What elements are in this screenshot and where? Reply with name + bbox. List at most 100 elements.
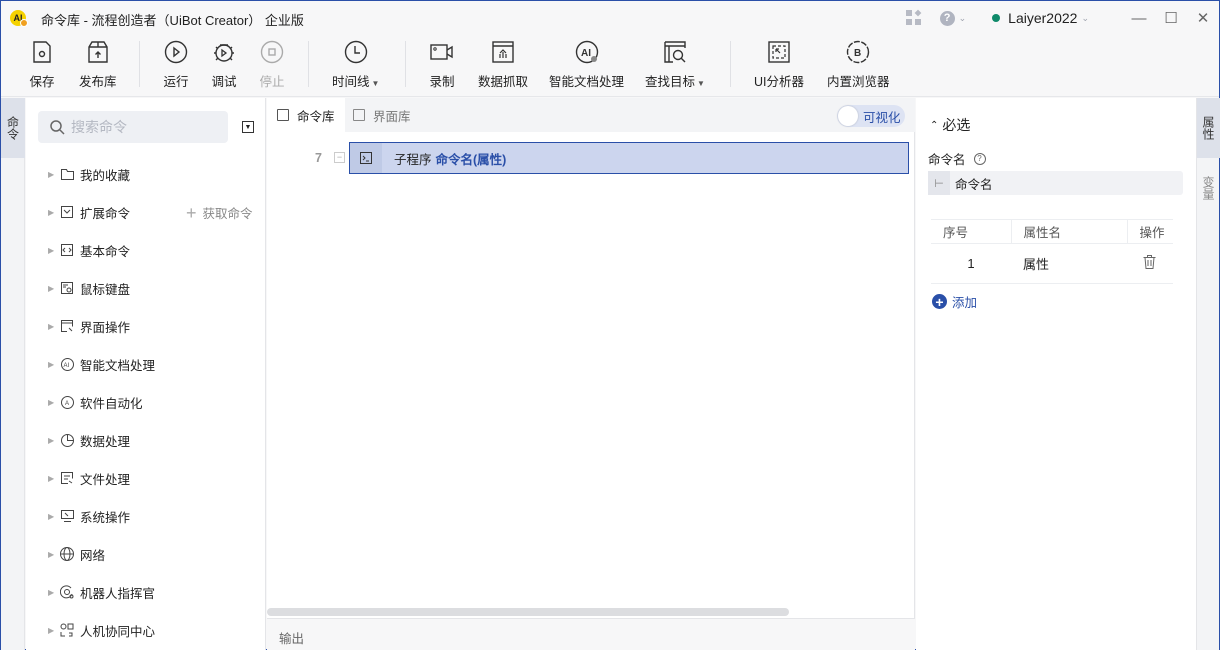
category-network[interactable]: ▶ 网络 <box>48 543 258 565</box>
help-icon[interactable]: ? <box>973 152 986 165</box>
expand-arrow-icon: ▶ <box>48 511 55 521</box>
subroutine-keyword: 子程序 <box>394 152 432 167</box>
expand-arrow-icon: ▶ <box>48 549 55 559</box>
terminal-icon <box>350 143 382 173</box>
ai-doc-icon: AI <box>60 357 74 371</box>
bug-icon <box>211 39 237 65</box>
svg-text:A: A <box>65 401 69 407</box>
browser-button[interactable]: B 内置浏览器 <box>827 39 890 93</box>
user-menu[interactable]: Laiyer2022 ⌄ <box>992 10 1089 26</box>
commander-icon <box>60 585 74 599</box>
expand-arrow-icon: ▶ <box>48 359 55 369</box>
category-human-robot-collab[interactable]: ▶ 人机协同中心 <box>48 619 258 641</box>
chevron-up-icon: ⌃ <box>930 119 939 131</box>
category-system-operations[interactable]: ▶ 系统操作 <box>48 505 258 527</box>
required-section-header[interactable]: ⌃ 必选 <box>930 115 970 135</box>
maximize-button[interactable]: ☐ <box>1155 1 1187 35</box>
right-side-tabs: 属性 变量 <box>1196 98 1220 650</box>
category-data-processing[interactable]: ▶ 数据处理 <box>48 429 258 451</box>
visualize-toggle[interactable]: 可视化 <box>837 105 905 127</box>
attributes-table: 序号 属性名 操作 1 属性 <box>931 219 1173 284</box>
pie-chart-icon <box>60 433 74 447</box>
minimize-button[interactable]: — <box>1123 1 1155 35</box>
attribute-name[interactable]: 属性 <box>1011 243 1127 284</box>
toggle-knob <box>838 106 858 126</box>
record-button[interactable]: 录制 <box>429 39 455 93</box>
automation-icon: A <box>60 395 74 409</box>
idp-button[interactable]: AI 智能文档处理 <box>549 39 624 93</box>
chevron-down-icon: ⌄ <box>1081 12 1089 23</box>
monitor-icon <box>60 509 74 523</box>
publish-box-icon <box>85 39 111 65</box>
tab-command-library[interactable]: 命令库 <box>267 98 345 132</box>
category-favorites[interactable]: ▶ 我的收藏 <box>48 163 258 185</box>
stop-icon <box>259 39 285 65</box>
expand-arrow-icon: ▶ <box>48 207 55 217</box>
command-library-icon <box>277 109 289 121</box>
ui-analyzer-button[interactable]: UI分析器 <box>754 39 804 93</box>
collapse-all-icon[interactable]: ▼ <box>242 121 254 133</box>
command-name-label: 命令名 ? <box>928 149 986 168</box>
save-button[interactable]: 保存 <box>29 39 55 93</box>
category-robot-commander[interactable]: ▶ 机器人指挥官 <box>48 581 258 603</box>
help-menu[interactable]: ? ⌄ <box>939 10 967 26</box>
file-icon <box>60 471 74 485</box>
data-scrape-button[interactable]: 数据抓取 <box>478 39 528 93</box>
add-attribute-button[interactable]: + 添加 <box>932 292 977 311</box>
column-header: 操作 <box>1126 219 1173 244</box>
caret-down-icon: ▼ <box>697 79 705 88</box>
chevron-down-icon: ⌄ <box>958 12 967 23</box>
search-box <box>38 111 228 143</box>
command-panel: ▼ ▶ 我的收藏 ▶ 扩展命令 + 获取命令 ▶ 基本命令 ▶ 鼠标键盘 ▶ 界… <box>26 98 266 650</box>
trash-icon[interactable] <box>1143 255 1156 269</box>
search-input[interactable] <box>71 119 211 135</box>
editor-tabs: 命令库 界面库 可视化 <box>267 98 915 132</box>
publish-button[interactable]: 发布库 <box>79 39 117 93</box>
tab-commands[interactable]: 命令 <box>1 98 25 158</box>
category-mouse-keyboard[interactable]: ▶ 鼠标键盘 <box>48 277 258 299</box>
tab-properties[interactable]: 属性 <box>1197 98 1220 158</box>
timeline-button[interactable]: 时间线 ▼ <box>332 39 379 93</box>
mouse-keyboard-icon <box>60 281 74 295</box>
category-ui-operations[interactable]: ▶ 界面操作 <box>48 315 258 337</box>
debug-button[interactable]: 调试 <box>211 39 237 93</box>
collab-icon <box>60 623 74 637</box>
expand-arrow-icon: ▶ <box>48 435 55 445</box>
toolbar-divider <box>308 41 309 87</box>
category-idp[interactable]: ▶ AI 智能文档处理 <box>48 353 258 375</box>
data-scrape-icon <box>490 39 516 65</box>
output-panel[interactable]: 输出 <box>267 618 915 650</box>
run-button[interactable]: 运行 <box>163 39 189 93</box>
find-target-label: 查找目标 <box>645 75 696 89</box>
output-label: 输出 <box>279 632 305 646</box>
play-icon <box>163 39 189 65</box>
category-basic[interactable]: ▶ 基本命令 <box>48 239 258 261</box>
command-name-input[interactable] <box>955 176 1116 190</box>
tab-ui-library[interactable]: 界面库 <box>343 98 421 132</box>
timeline-label: 时间线 <box>332 75 370 89</box>
code-icon <box>60 243 74 257</box>
toolbar-divider <box>405 41 406 87</box>
expand-arrow-icon: ▶ <box>48 473 55 483</box>
horizontal-scrollbar[interactable] <box>267 608 789 616</box>
category-software-automation[interactable]: ▶ A 软件自动化 <box>48 391 258 413</box>
code-line-selected[interactable]: 子程序 命令名(属性) <box>349 142 909 174</box>
close-button[interactable]: ✕ <box>1187 1 1219 35</box>
category-file-processing[interactable]: ▶ 文件处理 <box>48 467 258 489</box>
globe-icon <box>60 547 74 561</box>
browser-icon: B <box>845 39 871 65</box>
column-header: 属性名 <box>1010 219 1127 244</box>
user-name: Laiyer2022 <box>1008 10 1078 26</box>
table-row: 1 属性 <box>931 243 1173 284</box>
find-target-button[interactable]: 查找目标 ▼ <box>645 39 705 93</box>
column-header: 序号 <box>931 219 1011 244</box>
collapse-icon[interactable]: − <box>334 152 345 163</box>
title-bar: Al 命令库 - 流程创造者（UiBot Creator） 企业版 ? ⌄ La… <box>1 1 1219 35</box>
expand-arrow-icon: ▶ <box>48 587 55 597</box>
get-commands-link[interactable]: + 获取命令 <box>186 203 253 222</box>
toolbar-divider <box>730 41 731 87</box>
stop-button[interactable]: 停止 <box>259 39 285 93</box>
ui-library-icon <box>353 109 365 121</box>
apps-grid-icon[interactable] <box>905 9 922 26</box>
tab-variables[interactable]: 变量 <box>1197 158 1220 218</box>
